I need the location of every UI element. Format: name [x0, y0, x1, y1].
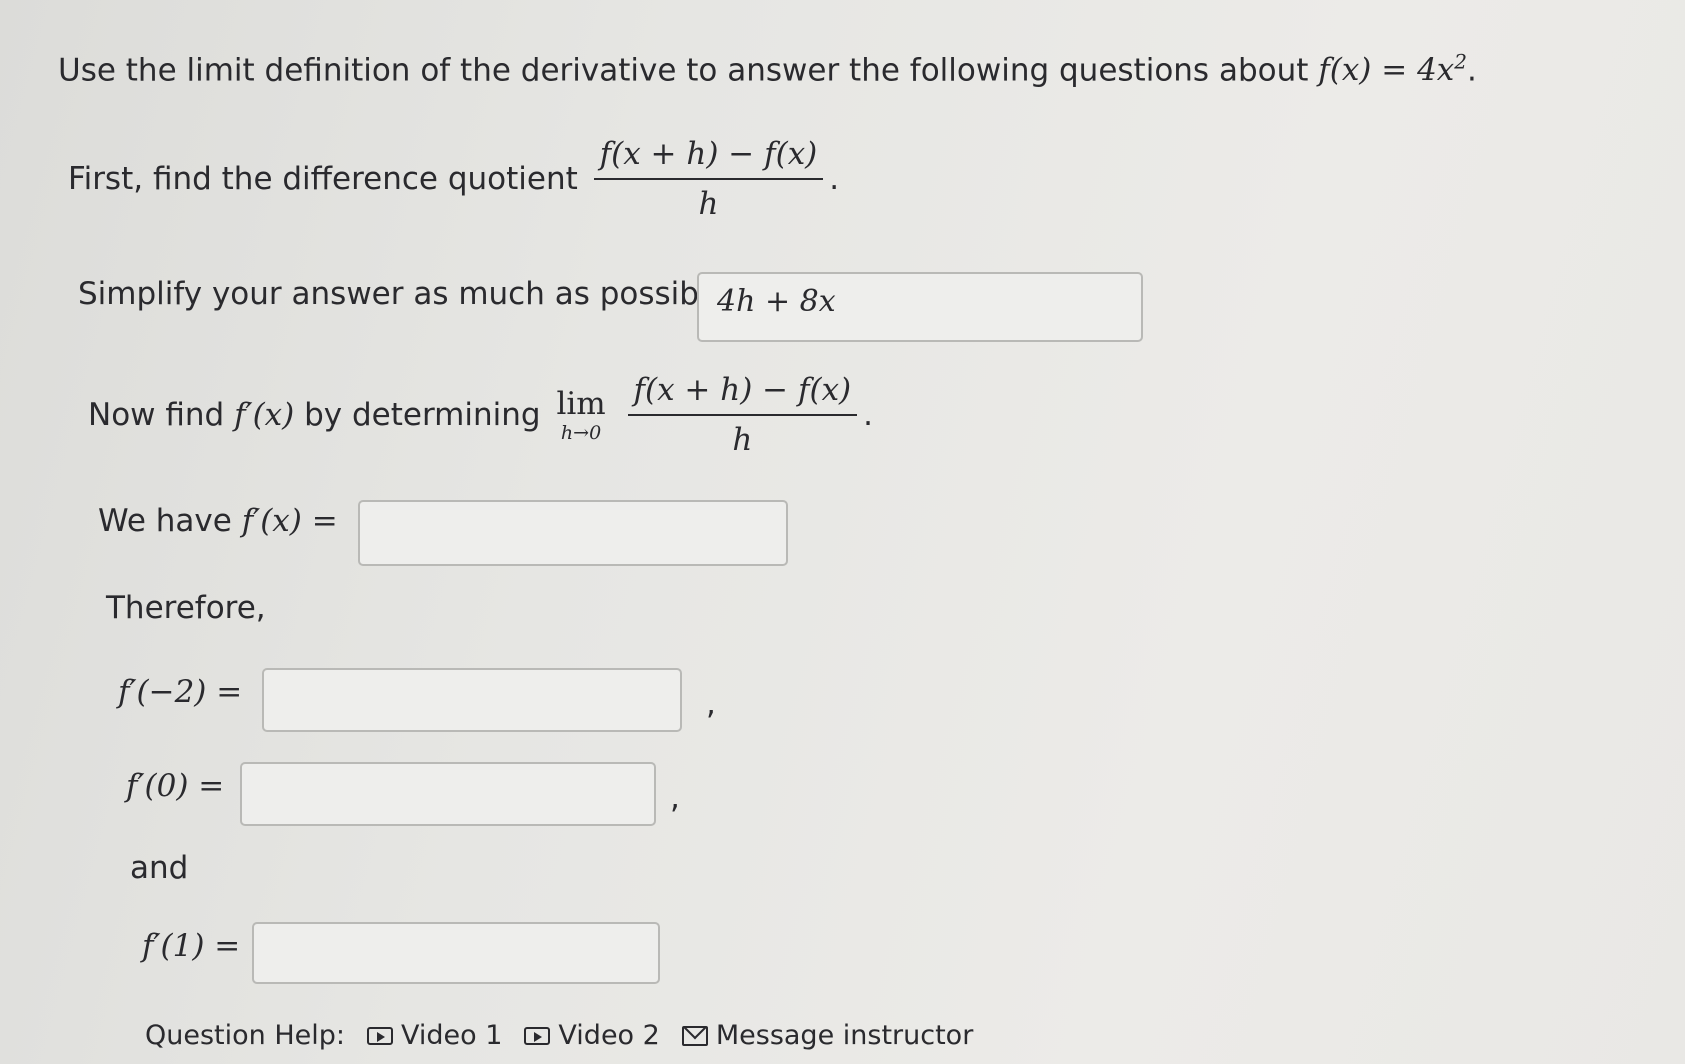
- step1-text: First, find the difference quotient: [68, 161, 578, 197]
- f-prime-1-label: f′(1) =: [142, 928, 241, 964]
- fraction-denominator: h: [698, 186, 719, 222]
- and-label: and: [130, 850, 189, 886]
- step-limit: Now find f′(x) by determining lim h→0 f(…: [88, 372, 874, 458]
- therefore-label: Therefore,: [106, 590, 266, 626]
- question-intro: Use the limit definition of the derivati…: [58, 50, 1477, 89]
- f-prime-neg2-comma: ,: [706, 686, 716, 722]
- difference-quotient-fraction: f(x + h) − f(x) h: [593, 136, 824, 222]
- f-prime-0-comma: ,: [670, 780, 680, 816]
- question-help-label: Question Help:: [145, 1020, 345, 1051]
- fprime-expression: f′(x): [234, 397, 295, 433]
- limit-fraction: f(x + h) − f(x) h: [627, 372, 858, 458]
- video-icon: [524, 1026, 551, 1045]
- f-prime-1-input[interactable]: [252, 922, 660, 984]
- we-have-row: We have f′(x) =: [98, 503, 338, 539]
- intro-text: Use the limit definition of the derivati…: [58, 52, 1309, 89]
- fraction-numerator: f(x + h) − f(x): [593, 136, 824, 180]
- f-prime-neg2-label: f′(−2) =: [118, 674, 243, 710]
- video-icon: [367, 1026, 393, 1045]
- simplify-answer-input[interactable]: 4h + 8x: [697, 272, 1143, 342]
- derivative-answer-input[interactable]: [358, 500, 788, 566]
- limit-operator: lim h→0: [556, 386, 606, 444]
- mail-icon: [681, 1025, 708, 1046]
- function-definition: f(x) = 4x2: [1318, 50, 1468, 89]
- question-help: Question Help: Video 1 Video 2 Message i…: [145, 1020, 973, 1051]
- video-1-link[interactable]: Video 1: [367, 1020, 502, 1051]
- f-prime-0-label: f′(0) =: [126, 768, 225, 804]
- f-prime-neg2-input[interactable]: [262, 668, 682, 732]
- f-prime-0-input[interactable]: [240, 762, 656, 826]
- simplify-label: Simplify your answer as much as possible…: [78, 276, 738, 312]
- video-2-link[interactable]: Video 2: [524, 1020, 660, 1051]
- message-instructor-link[interactable]: Message instructor: [681, 1020, 973, 1051]
- step-difference-quotient: First, find the difference quotient f(x …: [68, 136, 840, 222]
